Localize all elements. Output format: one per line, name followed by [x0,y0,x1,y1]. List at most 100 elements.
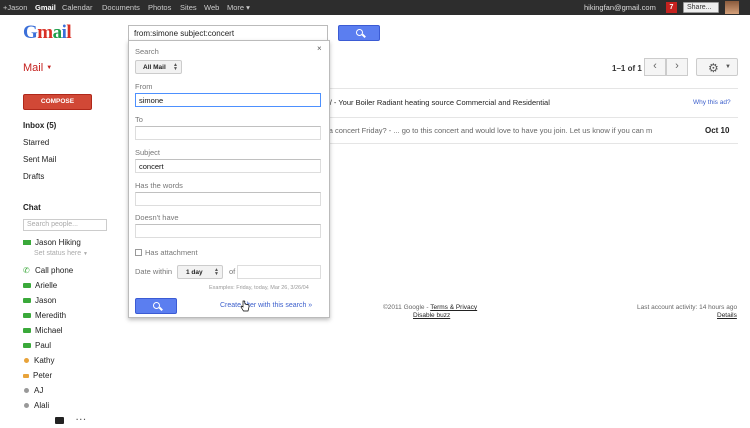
contact-peter[interactable]: Peter [23,371,52,380]
status-selector[interactable]: Set status here ▼ [34,250,88,257]
mail-scope-select[interactable]: All Mail ▲ ▼ [135,60,182,74]
chevron-updown-icon: ▲ ▼ [173,62,178,72]
nav-photos[interactable]: Photos [148,3,171,12]
offline-status-icon [24,388,29,394]
gmail-logo[interactable]: Gmail [23,22,72,44]
video-icon [23,343,31,349]
doesnt-have-field[interactable] [135,224,321,238]
copyright-text: ©2011 Google - [383,304,431,311]
status-text: Set status here [34,250,82,257]
mail-dropdown[interactable]: Mail ▼ [23,62,52,74]
contact-name: Jason [35,296,57,305]
nav-calendar[interactable]: Calendar [62,3,92,12]
subject-label: Subject [135,148,161,157]
has-attachment-label: Has attachment [145,248,198,257]
folder-sent[interactable]: Sent Mail [23,155,56,164]
contact-kathy[interactable]: Kathy [23,356,54,365]
ad-text[interactable]: s/ - Your Boiler Radiant heating source … [326,98,550,107]
chevron-down-icon: ▼ [83,251,88,257]
create-filter-link[interactable]: Create filter with this search » [220,302,312,309]
nav-plus-jason[interactable]: +Jason [3,3,27,12]
search-input[interactable]: from:simone subject:concert [128,25,328,41]
contact-name: AJ [34,386,44,395]
to-label: To [135,115,143,124]
mail-row-snippet[interactable]: or a concert Friday? - ... go to this co… [320,126,652,135]
offline-status-icon [24,403,29,409]
from-field[interactable]: simone [135,93,321,107]
pager-text: 1–1 of 1 [612,64,642,73]
of-label: of [229,267,236,276]
search-button[interactable] [338,25,380,41]
chat-self: Jason Hiking [23,238,81,247]
chat-self-name: Jason Hiking [35,238,81,247]
nav-more[interactable]: More ▾ [227,3,250,12]
notification-badge[interactable]: 7 [666,2,677,13]
date-within-select[interactable]: 1 day ▲ ▼ [177,265,223,279]
chat-bubble-icon[interactable] [55,417,64,424]
contact-name: Kathy [34,356,55,365]
nav-documents[interactable]: Documents [102,3,140,12]
chat-heading: Chat [23,203,41,212]
folder-starred[interactable]: Starred [23,138,49,147]
terms-link[interactable]: Terms & Privacy [430,304,477,311]
prev-page-button[interactable]: ‹ [644,58,666,76]
contact-name: Michael [35,326,63,335]
share-button[interactable]: Share... [683,2,719,13]
has-words-field[interactable] [135,192,321,206]
date-within-label: Date within [135,267,173,276]
contact-aj[interactable]: AJ [23,386,43,395]
contact-name: Call phone [35,266,74,275]
advanced-search-button[interactable] [135,298,177,314]
contact-name: Peter [33,371,53,380]
video-icon [23,298,31,304]
search-scope-label: Search [135,47,159,56]
to-field[interactable] [135,126,321,140]
more-options-icon[interactable]: ··· [76,415,87,424]
settings-button[interactable]: ⚙ ▼ [696,58,738,76]
date-field[interactable] [237,265,321,279]
has-attachment-checkbox[interactable] [135,249,142,256]
disable-buzz-link[interactable]: Disable buzz [413,312,450,319]
details-link[interactable]: Details [717,312,737,319]
doesnt-have-label: Doesn't have [135,213,179,222]
contact-meredith[interactable]: Meredith [23,311,66,320]
contact-name: Meredith [35,311,67,320]
contact-paul[interactable]: Paul [23,341,51,350]
contact-jason[interactable]: Jason [23,296,56,305]
next-page-button[interactable]: › [666,58,688,76]
why-this-ad-link[interactable]: Why this ad? [693,99,731,106]
contact-call-phone[interactable]: ✆ Call phone [23,266,73,275]
contact-alali[interactable]: Alali [23,401,49,410]
date-within-value: 1 day [186,269,203,276]
logo-letter: a [52,22,63,43]
advanced-search-panel: × Search All Mail ▲ ▼ From simone To Subje… [128,40,330,318]
subject-field[interactable]: concert [135,159,321,173]
folder-drafts[interactable]: Drafts [23,172,44,181]
compose-button[interactable]: COMPOSE [23,94,92,110]
nav-sites[interactable]: Sites [180,3,197,12]
phone-icon: ✆ [23,266,30,276]
account-email[interactable]: hikingfan@gmail.com [584,3,656,12]
nav-gmail[interactable]: Gmail [35,3,56,12]
has-words-label: Has the words [135,181,183,190]
search-icon [356,29,363,36]
close-icon[interactable]: × [317,44,322,53]
chevron-updown-icon: ▲ ▼ [214,267,219,277]
contact-michael[interactable]: Michael [23,326,63,335]
gmail-page: +Jason Gmail Calendar Documents Photos S… [0,0,750,428]
chat-search-input[interactable]: Search people... [23,219,107,231]
date-examples-hint: Examples: Friday, today, Mar 26, 3/26/04 [209,285,309,291]
logo-letter: G [23,22,38,43]
hand-cursor-icon [240,300,250,312]
search-icon [153,302,160,309]
profile-avatar[interactable] [725,1,739,14]
footer-copyright: ©2011 Google - Terms & Privacy [383,304,477,311]
contact-arielle[interactable]: Arielle [23,281,57,290]
last-activity-text: Last account activity: 14 hours ago [637,304,738,311]
folder-inbox[interactable]: Inbox (5) [23,121,56,130]
logo-letter: m [37,22,53,43]
contact-name: Alali [34,401,50,410]
top-bar: +Jason Gmail Calendar Documents Photos S… [0,0,750,15]
logo-letter: l [66,22,72,43]
nav-web[interactable]: Web [204,3,219,12]
